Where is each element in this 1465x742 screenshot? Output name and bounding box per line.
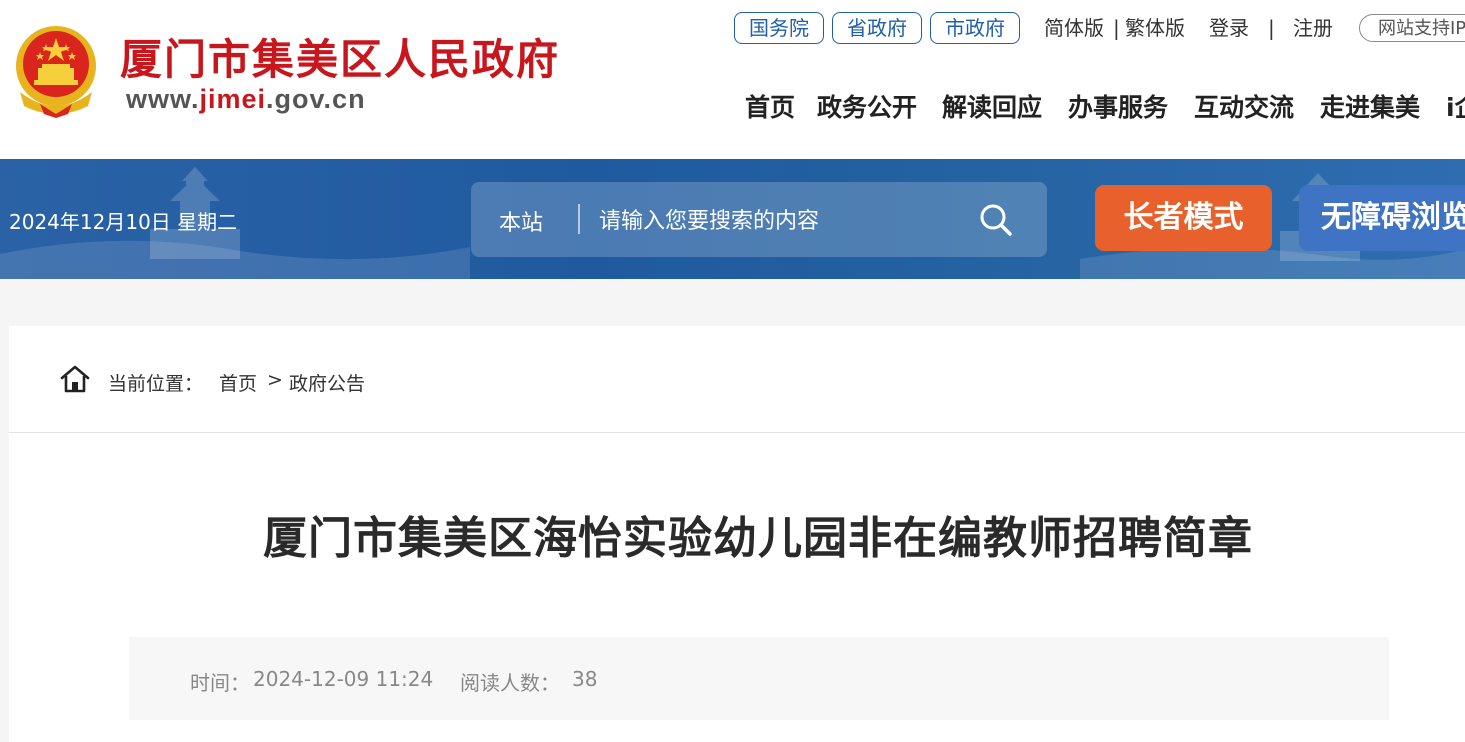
lang-traditional[interactable]: 繁体版 [1125, 15, 1185, 41]
search-input[interactable] [597, 200, 961, 242]
nav-interaction[interactable]: 互动交流 [1194, 91, 1294, 125]
breadcrumb-label: 当前位置： [108, 373, 204, 395]
lang-simplified[interactable]: 简体版 [1044, 15, 1104, 41]
gov-link-province[interactable]: 省政府 [832, 12, 922, 44]
breadcrumb-separator: > [267, 369, 283, 391]
url-highlight: jimei [199, 84, 267, 114]
lang-separator: | [1113, 16, 1120, 40]
breadcrumb: 当前位置： 首页 > 政府公告 [9, 326, 1465, 433]
search-banner: 2024年12月10日 星期二 本站 长者模式 无障碍浏览 [0, 159, 1465, 279]
login-separator: | [1268, 16, 1275, 40]
gov-link-city[interactable]: 市政府 [930, 12, 1020, 44]
article-title: 厦门市集美区海怡实验幼儿园非在编教师招聘简章 [263, 513, 1253, 564]
article-meta: 时间： 2024-12-09 11:24 阅读人数： 38 [129, 637, 1389, 720]
publish-time: 2024-12-09 11:24 [253, 667, 434, 691]
url-suffix: .gov.cn [266, 84, 366, 114]
nav-i-enterprise[interactable]: i企 [1446, 91, 1465, 125]
nav-gov-affairs[interactable]: 政务公开 [817, 91, 917, 125]
article-container: 当前位置： 首页 > 政府公告 厦门市集美区海怡实验幼儿园非在编教师招聘简章 时… [9, 326, 1465, 742]
register-link[interactable]: 注册 [1293, 15, 1333, 41]
site-name[interactable]: 厦门市集美区人民政府 [120, 26, 560, 87]
views-label: 阅读人数： [460, 671, 560, 695]
nav-home[interactable]: 首页 [745, 91, 795, 125]
url-prefix: www. [126, 84, 200, 114]
national-emblem-icon [16, 26, 96, 118]
site-url[interactable]: www.jimei.gov.cn [126, 84, 366, 115]
home-icon [60, 365, 90, 393]
login-link[interactable]: 登录 [1209, 15, 1249, 41]
nav-about-jimei[interactable]: 走进集美 [1320, 91, 1420, 125]
nav-interpretation[interactable]: 解读回应 [942, 91, 1042, 125]
search-box: 本站 [471, 182, 1047, 257]
search-icon[interactable] [979, 203, 1013, 237]
breadcrumb-announcements[interactable]: 政府公告 [289, 369, 365, 396]
views-count: 38 [572, 667, 598, 691]
breadcrumb-home[interactable]: 首页 [219, 369, 257, 396]
search-scope[interactable]: 本站 [499, 205, 543, 237]
gov-link-state-council[interactable]: 国务院 [734, 12, 824, 44]
ipv6-badge: 网站支持IPv6 [1359, 14, 1465, 42]
current-date: 2024年12月10日 星期二 [9, 210, 238, 234]
elder-mode-button[interactable]: 长者模式 [1095, 185, 1272, 251]
search-divider [578, 204, 580, 234]
nav-services[interactable]: 办事服务 [1068, 91, 1168, 125]
time-label: 时间： [190, 671, 250, 695]
accessibility-button[interactable]: 无障碍浏览 [1299, 185, 1465, 251]
site-header: 厦门市集美区人民政府 www.jimei.gov.cn 国务院 省政府 市政府 … [0, 0, 1465, 159]
